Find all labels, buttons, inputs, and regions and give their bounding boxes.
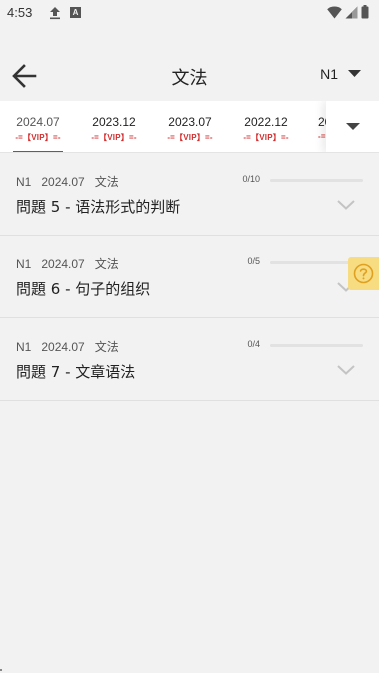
question-meta: N1 2024.07 文法 xyxy=(16,173,129,190)
notification-badge-icon: A xyxy=(70,7,81,18)
question-title: 問題 7 - 文章语法 xyxy=(16,363,136,381)
status-indicators xyxy=(327,5,369,19)
chevron-down-icon[interactable] xyxy=(337,365,355,375)
status-bar: 4:53 A xyxy=(0,0,379,26)
tab-2024-07[interactable]: 2024.07 -=【VIP】=- xyxy=(0,101,76,152)
question-category: 文法 xyxy=(94,175,119,189)
help-button[interactable] xyxy=(348,257,379,290)
tab-active-indicator xyxy=(13,151,63,152)
question-circle-icon xyxy=(353,263,374,284)
question-progress-text: 0/5 xyxy=(247,256,260,266)
question-progress-bar xyxy=(270,179,363,182)
tab-vip-label: -=【VIP】=- xyxy=(167,133,213,142)
status-time: 4:53 xyxy=(7,5,33,20)
edge-indicator xyxy=(0,669,2,671)
tabs-more-button[interactable] xyxy=(326,101,379,152)
upload-icon xyxy=(49,5,61,24)
question-category: 文法 xyxy=(94,257,119,271)
tab-2022-12[interactable]: 2022.12 -=【VIP】=- xyxy=(228,101,304,152)
tab-2023-12[interactable]: 2023.12 -=【VIP】=- xyxy=(76,101,152,152)
question-item-7[interactable]: N1 2024.07 文法 0/4 問題 7 - 文章语法 xyxy=(0,319,379,401)
signal-icon xyxy=(345,6,358,18)
question-title: 問題 5 - 语法形式的判断 xyxy=(16,198,181,216)
tab-year-label: 2022.12 xyxy=(244,115,288,129)
wifi-icon xyxy=(327,6,342,18)
question-item-6[interactable]: N1 2024.07 文法 0/5 問題 6 - 句子的组织 xyxy=(0,236,379,318)
question-date: 2024.07 xyxy=(41,340,85,354)
tab-vip-label: -=【VIP】=- xyxy=(91,133,137,142)
question-meta: N1 2024.07 文法 xyxy=(16,255,129,272)
caret-down-icon xyxy=(348,70,361,77)
app-bar: 文法 N1 xyxy=(0,50,379,102)
chevron-down-icon[interactable] xyxy=(337,200,355,210)
question-date: 2024.07 xyxy=(41,175,85,189)
battery-icon xyxy=(361,5,369,19)
question-level: N1 xyxy=(16,257,32,271)
tab-vip-label: -=【VIP】=- xyxy=(243,133,289,142)
question-meta: N1 2024.07 文法 xyxy=(16,338,129,355)
question-progress-text: 0/4 xyxy=(247,339,260,349)
question-progress-bar xyxy=(270,344,363,347)
tab-year-label: 2024.07 xyxy=(16,115,60,129)
tab-year-label: 2023.07 xyxy=(168,115,212,129)
level-label: N1 xyxy=(320,66,338,82)
question-date: 2024.07 xyxy=(41,257,85,271)
question-progress-text: 0/10 xyxy=(242,174,260,184)
caret-down-icon xyxy=(346,123,360,130)
question-level: N1 xyxy=(16,340,32,354)
tab-year-label: 2023.12 xyxy=(92,115,136,129)
tab-vip-label: -=【VIP】=- xyxy=(15,133,61,142)
year-tabs: 2024.07 -=【VIP】=- 2023.12 -=【VIP】=- 2023… xyxy=(0,101,379,153)
question-category: 文法 xyxy=(94,340,119,354)
question-title: 問題 6 - 句子的组织 xyxy=(16,280,151,298)
question-item-5[interactable]: N1 2024.07 文法 0/10 問題 5 - 语法形式的判断 xyxy=(0,154,379,236)
level-selector[interactable]: N1 xyxy=(320,66,361,82)
question-level: N1 xyxy=(16,175,32,189)
tab-2023-07[interactable]: 2023.07 -=【VIP】=- xyxy=(152,101,228,152)
